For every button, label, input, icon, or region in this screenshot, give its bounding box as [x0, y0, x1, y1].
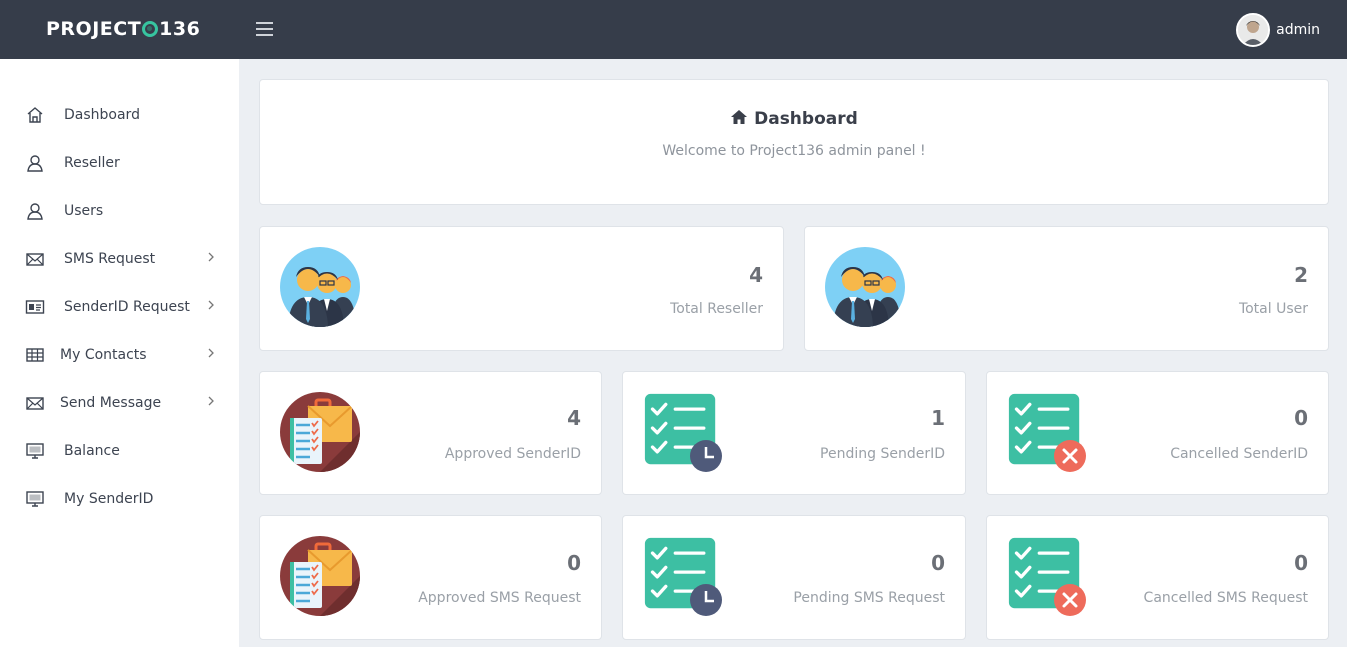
stat-label: Total Reseller [670, 301, 763, 317]
sidebar-item-label: Reseller [64, 155, 120, 171]
chevron-right-icon [208, 252, 214, 262]
page-title: Dashboard [259, 109, 1329, 129]
sidebar-item-reseller[interactable]: Reseller [0, 139, 239, 187]
checklist-cancel-icon [1007, 392, 1086, 472]
page-subtitle: Welcome to Project136 admin panel ! [662, 143, 926, 159]
stat-value: 4 [567, 406, 581, 430]
sidebar-item-label: Send Message [60, 395, 162, 411]
sidebar-item-send-message[interactable]: Send Message [0, 379, 239, 427]
table-icon [26, 348, 44, 362]
stat-card-total-user[interactable]: 2 Total User [804, 226, 1329, 351]
home-icon [731, 110, 748, 124]
brand-logo[interactable]: PROJECT 136 [46, 18, 200, 40]
stat-card-approved-sms-request[interactable]: 0 Approved SMS Request [259, 515, 602, 640]
monitor-icon [26, 491, 44, 507]
people-group-icon [825, 247, 905, 327]
avatar[interactable] [1236, 13, 1271, 47]
sidebar-item-label: Dashboard [64, 107, 140, 123]
sidebar-item-label: Users [64, 203, 104, 219]
id-card-icon [25, 300, 45, 314]
envelope-icon [26, 253, 44, 266]
stat-value: 0 [931, 551, 945, 575]
approved-clipboard-icon [280, 392, 360, 472]
menu-toggle-icon[interactable] [256, 22, 273, 36]
stat-value: 1 [931, 406, 945, 430]
stat-label: Approved SenderID [444, 446, 581, 462]
stat-card-approved-senderid[interactable]: 4 Approved SenderID [259, 371, 602, 495]
user-menu[interactable]: admin [1236, 13, 1320, 47]
sidebar-item-balance[interactable]: Balance [0, 427, 239, 475]
checklist-clock-icon [643, 536, 722, 616]
sidebar-item-label: My SenderID [64, 491, 154, 507]
user-name[interactable]: admin [1276, 22, 1320, 38]
stat-value: 0 [1294, 551, 1308, 575]
home-icon [27, 107, 43, 123]
stat-value: 2 [1294, 263, 1308, 287]
brand-ring-icon [142, 21, 159, 37]
stat-card-cancelled-sms-request[interactable]: 0 Cancelled SMS Request [986, 515, 1329, 640]
stat-label: Cancelled SMS Request [1143, 590, 1308, 606]
stat-card-pending-sms-request[interactable]: 0 Pending SMS Request [622, 515, 966, 640]
checklist-cancel-icon [1007, 536, 1086, 616]
brand-prefix: PROJECT [46, 18, 142, 40]
sidebar-item-my-senderid[interactable]: My SenderID [0, 475, 239, 523]
sidebar-item-my-contacts[interactable]: My Contacts [0, 331, 239, 379]
brand-suffix: 136 [159, 18, 201, 40]
sidebar-item-users[interactable]: Users [0, 187, 239, 235]
chevron-right-icon [208, 348, 214, 358]
sidebar-item-label: My Contacts [60, 347, 147, 363]
dashboard-header-card [259, 79, 1329, 205]
user-icon [27, 203, 43, 220]
stat-label: Pending SenderID [820, 446, 945, 462]
sidebar-item-dashboard[interactable]: Dashboard [0, 91, 239, 139]
stat-label: Cancelled SenderID [1170, 446, 1308, 462]
checklist-clock-icon [643, 392, 722, 472]
sidebar-item-label: SMS Request [64, 251, 156, 267]
user-icon [27, 155, 43, 172]
monitor-icon [26, 443, 44, 459]
envelope-icon [26, 397, 44, 410]
stat-card-pending-senderid[interactable]: 1 Pending SenderID [622, 371, 966, 495]
stat-card-total-reseller[interactable]: 4 Total Reseller [259, 226, 784, 351]
people-group-icon [280, 247, 360, 327]
stat-label: Approved SMS Request [418, 590, 581, 606]
sidebar-item-sms-request[interactable]: SMS Request [0, 235, 239, 283]
top-navbar: PROJECT 136 admin [0, 0, 1347, 59]
sidebar-item-senderid-request[interactable]: SenderID Request [0, 283, 239, 331]
chevron-right-icon [208, 396, 214, 406]
stat-label: Pending SMS Request [793, 590, 945, 606]
stat-label: Total User [1238, 301, 1308, 317]
sidebar: Dashboard Reseller Users SMS Request Sen… [0, 59, 239, 647]
sidebar-item-label: SenderID Request [64, 299, 190, 315]
page-title-text: Dashboard [754, 109, 858, 129]
stat-value: 4 [749, 263, 763, 287]
chevron-right-icon [208, 300, 214, 310]
approved-clipboard-icon [280, 536, 360, 616]
sidebar-item-label: Balance [64, 443, 120, 459]
stat-card-cancelled-senderid[interactable]: 0 Cancelled SenderID [986, 371, 1329, 495]
stat-value: 0 [567, 551, 581, 575]
stat-value: 0 [1294, 406, 1308, 430]
